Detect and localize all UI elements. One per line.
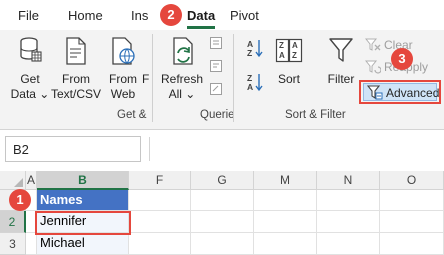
sort-button[interactable]: Z A A Z Sort [272,34,306,104]
refresh-all-label: Refresh [160,72,204,86]
step-badge-3: 3 [391,48,413,70]
name-box[interactable]: B2 [5,136,141,162]
sort-label: Sort [277,72,300,86]
cell-n1[interactable] [317,190,380,211]
active-tab-indicator [187,26,215,29]
svg-text:A: A [292,41,298,50]
sort-az-icon[interactable]: A Z [246,38,264,58]
cell-a3[interactable] [26,233,37,255]
group-divider [152,34,153,122]
step-badge-2: 2 [160,4,182,26]
truncated-label: F [142,72,150,86]
column-header-m[interactable]: M [254,171,317,190]
formula-bar: B2 [0,131,444,171]
group-label-queries: Querie [200,109,235,121]
column-header-o[interactable]: O [380,171,444,190]
refresh-all-label-2: All ⌄ [168,87,196,101]
svg-text:Z: Z [279,41,284,50]
tab-file[interactable]: File [18,8,39,23]
row-header-2[interactable]: 2 [0,211,26,233]
column-header-b[interactable]: B [37,171,129,190]
advanced-label: Advanced [386,86,440,100]
formula-input[interactable] [150,136,444,162]
cell-b2-highlight-box [35,211,131,235]
row-header-3[interactable]: 3 [0,233,26,255]
group-divider-2 [233,34,234,122]
filter-label: Filter [327,72,355,86]
clear-filter-icon [365,38,381,51]
svg-text:Z: Z [247,48,252,58]
step-badge-1: 1 [9,189,31,211]
svg-text:A: A [279,51,285,60]
truncated-button[interactable]: F [142,34,150,104]
edit-links-icon[interactable] [209,82,223,96]
refresh-icon [173,37,193,65]
from-web-label: From [109,72,137,86]
svg-text:A: A [247,82,253,92]
reapply-icon [365,60,381,74]
from-text-csv-label: From [62,72,90,86]
column-header-n[interactable]: N [317,171,380,190]
ribbon: Get Data ⌄ From Text/CSV From Web F Get … [0,30,444,130]
select-all-corner[interactable] [0,171,26,190]
worksheet-grid: A B F G M N O 1 Names 2 Jennifer 3 Micha… [0,171,444,255]
text-file-icon [66,37,86,65]
get-data-label: Get [20,72,40,86]
funnel-icon [329,38,353,62]
sort-dialog-icon: Z A A Z [275,38,303,63]
cell-m3[interactable] [254,233,317,255]
cell-f1[interactable] [129,190,191,211]
database-icon [20,37,42,62]
refresh-all-button[interactable]: Refresh All ⌄ [160,34,204,104]
column-header-f[interactable]: F [129,171,191,190]
group-label-get-transform: Get & [117,109,147,121]
column-header-a[interactable]: A [26,171,37,190]
cell-n3[interactable] [317,233,380,255]
cell-f3[interactable] [129,233,191,255]
tab-pivot[interactable]: Pivot [230,8,259,23]
ribbon-tab-bar: File Home Ins Data Pivot [0,0,444,30]
advanced-filter-icon [367,85,383,100]
cell-o2[interactable] [380,211,444,233]
cell-g2[interactable] [191,211,254,233]
cell-b3[interactable]: Michael [37,233,129,255]
column-header-g[interactable]: G [191,171,254,190]
name-box-value: B2 [13,142,29,157]
cell-b1[interactable]: Names [37,190,129,211]
filter-button[interactable]: Filter [322,34,360,104]
from-text-csv-label-2: Text/CSV [50,87,101,101]
cell-g1[interactable] [191,190,254,211]
tab-data[interactable]: Data [187,8,215,23]
group-label-sort-filter: Sort & Filter [285,109,346,121]
queries-connections-icon[interactable] [209,36,223,50]
from-text-csv-button[interactable]: From Text/CSV [50,34,102,104]
advanced-highlight-box: Advanced [359,80,441,104]
properties-icon[interactable] [209,59,223,73]
get-data-label-2: Data ⌄ [10,87,50,101]
sort-za-icon[interactable]: Z A [246,72,264,92]
from-web-button[interactable]: From Web [104,34,142,104]
cell-g3[interactable] [191,233,254,255]
cell-f2[interactable] [129,211,191,233]
cell-n2[interactable] [317,211,380,233]
cell-o1[interactable] [380,190,444,211]
advanced-button[interactable]: Advanced [363,83,440,101]
svg-text:Z: Z [292,51,297,60]
get-data-button[interactable]: Get Data ⌄ [8,34,52,104]
cell-m1[interactable] [254,190,317,211]
from-web-label-2: Web [110,87,136,101]
tab-home[interactable]: Home [68,8,103,23]
cell-o3[interactable] [380,233,444,255]
tab-insert[interactable]: Ins [131,8,148,23]
cell-m2[interactable] [254,211,317,233]
web-icon [112,37,135,65]
